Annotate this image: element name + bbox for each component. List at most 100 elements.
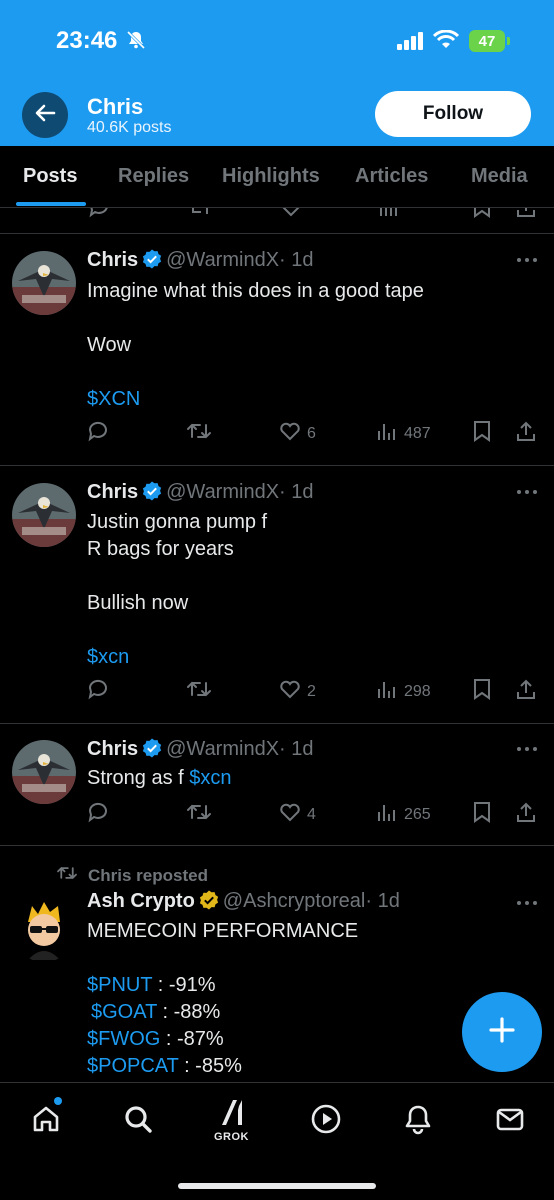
post-text: Imagine what this does in a good tape Wo… <box>87 280 424 356</box>
post-actions: 6 487 <box>87 420 547 450</box>
views-button[interactable]: 487 <box>376 420 431 447</box>
author-name[interactable]: Chris <box>87 481 138 503</box>
repost-label[interactable]: Chris reposted <box>88 866 208 886</box>
reply-button[interactable] <box>87 801 109 828</box>
nav-grok[interactable] <box>212 1095 252 1135</box>
notification-dot <box>54 1097 62 1105</box>
cashtag-link[interactable]: $FWOG <box>87 1028 160 1050</box>
cashtag-link[interactable]: $xcn <box>189 767 231 789</box>
verified-badge-icon <box>142 481 162 507</box>
avatar[interactable] <box>12 483 76 547</box>
reply-button[interactable] <box>87 420 109 447</box>
views-button[interactable]: 265 <box>376 801 431 828</box>
repost-button[interactable] <box>186 801 212 828</box>
avatar[interactable] <box>12 898 76 962</box>
view-count: 487 <box>404 424 431 442</box>
views-icon <box>376 420 398 447</box>
post[interactable]: Chris @WarmindX· 1d Strong as f $xcn 4 26… <box>0 724 554 846</box>
bookmark-button[interactable] <box>472 678 492 705</box>
tab-indicator <box>16 202 86 206</box>
reply-icon <box>87 420 109 447</box>
share-button[interactable] <box>515 801 537 828</box>
bookmark-icon <box>472 678 492 705</box>
views-icon <box>376 678 398 705</box>
more-icon[interactable] <box>516 739 538 764</box>
like-button[interactable]: 2 <box>279 678 316 705</box>
nav-search[interactable] <box>118 1101 158 1141</box>
tab-replies[interactable]: Replies <box>118 165 189 188</box>
repost-icon <box>186 420 212 447</box>
cashtag-link[interactable]: $GOAT <box>91 1001 157 1023</box>
views-button[interactable]: 298 <box>376 678 431 705</box>
avatar[interactable] <box>12 251 76 315</box>
follow-button[interactable]: Follow <box>375 91 531 137</box>
reply-icon <box>87 801 109 828</box>
cashtag-link[interactable]: $XCN <box>87 386 140 413</box>
reply-button[interactable] <box>87 678 109 705</box>
post-time: · 1d <box>365 890 400 912</box>
view-count: 298 <box>404 682 431 700</box>
repost-button[interactable] <box>186 420 212 447</box>
wifi-icon <box>432 29 460 55</box>
back-button[interactable] <box>22 92 68 138</box>
like-icon <box>279 420 301 447</box>
bell-slash-icon <box>126 30 146 55</box>
battery-indicator: 47 <box>469 30 510 52</box>
tab-posts[interactable]: Posts <box>23 165 77 188</box>
post[interactable]: Chris @WarmindX· 1d Justin gonna pump f R… <box>0 466 554 724</box>
nav-video[interactable] <box>306 1101 346 1141</box>
profile-tabs: Posts Replies Highlights Articles Media <box>0 146 554 208</box>
share-button[interactable] <box>515 678 537 705</box>
post[interactable]: Chris @WarmindX· 1d Imagine what this doe… <box>0 234 554 466</box>
back-arrow-icon <box>34 102 56 129</box>
repost-icon <box>186 801 212 828</box>
like-button[interactable]: 6 <box>279 420 316 447</box>
author-name[interactable]: Chris <box>87 738 138 760</box>
status-time: 23:46 <box>56 27 118 54</box>
bookmark-button[interactable] <box>472 420 492 447</box>
author-handle[interactable]: @WarmindX <box>166 738 279 760</box>
reply-icon <box>87 678 109 705</box>
author-handle[interactable]: @Ashcryptoreal <box>223 890 366 912</box>
author-name[interactable]: Chris <box>87 249 138 271</box>
tab-highlights[interactable]: Highlights <box>222 165 320 188</box>
post-actions: 2 298 <box>87 678 547 708</box>
tab-articles[interactable]: Articles <box>355 165 428 188</box>
list-value: : -85% <box>178 1055 242 1077</box>
repost-icon <box>186 678 212 705</box>
list-item: $GOAT : -88% <box>87 999 242 1026</box>
avatar[interactable] <box>12 740 76 804</box>
post-text: Strong as f <box>87 767 190 789</box>
author-name[interactable]: Ash Crypto <box>87 890 195 912</box>
more-icon[interactable] <box>516 250 538 275</box>
grok-label: GROK <box>214 1131 249 1143</box>
list-item: $POPCAT : -85% <box>87 1053 242 1080</box>
like-count: 4 <box>307 805 316 823</box>
author-handle[interactable]: @WarmindX <box>166 481 279 503</box>
home-indicator <box>178 1183 376 1189</box>
more-icon[interactable] <box>516 893 538 918</box>
nav-messages[interactable] <box>490 1101 530 1141</box>
home-icon <box>30 1103 62 1140</box>
tab-media[interactable]: Media <box>471 165 528 188</box>
post-time: · 1d <box>279 249 314 271</box>
compose-button[interactable] <box>462 992 542 1072</box>
like-button[interactable]: 4 <box>279 801 316 828</box>
notifications-icon <box>402 1103 434 1140</box>
cashtag-link[interactable]: $PNUT <box>87 974 152 996</box>
like-count: 6 <box>307 424 316 442</box>
share-button[interactable] <box>515 420 537 447</box>
repost-button[interactable] <box>186 678 212 705</box>
nav-notifications[interactable] <box>398 1101 438 1141</box>
cashtag-link[interactable]: $xcn <box>87 644 129 671</box>
post-time: · 1d <box>279 738 314 760</box>
bookmark-icon <box>472 420 492 447</box>
nav-home[interactable] <box>26 1101 66 1141</box>
author-handle[interactable]: @WarmindX <box>166 249 279 271</box>
compose-icon <box>487 1015 517 1050</box>
cashtag-link[interactable]: $POPCAT <box>87 1055 179 1077</box>
bookmark-button[interactable] <box>472 801 492 828</box>
like-icon <box>279 801 301 828</box>
more-icon[interactable] <box>516 482 538 507</box>
profile-post-count: 40.6K posts <box>87 119 172 136</box>
